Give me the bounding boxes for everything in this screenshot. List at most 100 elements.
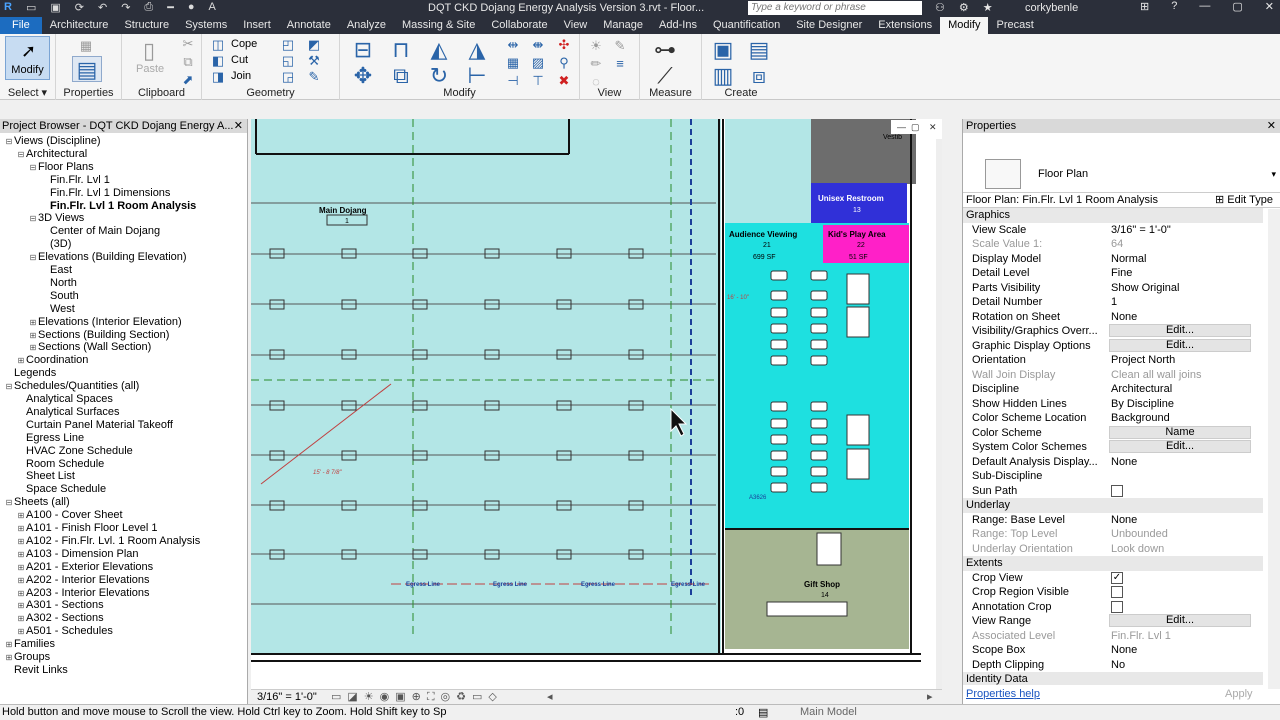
property-value[interactable]: None — [1111, 310, 1137, 324]
tree-toggle-icon[interactable]: ⊞ — [16, 548, 26, 561]
modify-button[interactable]: ➚ Modify — [5, 36, 50, 80]
save-icon[interactable]: ▣ — [50, 1, 60, 14]
browser-item[interactable]: ⊟ Views (Discipline) — [4, 135, 101, 148]
tab-structure[interactable]: Structure — [116, 17, 177, 34]
remove-paint-icon[interactable]: ◲ — [280, 69, 296, 85]
tab-insert[interactable]: Insert — [235, 17, 279, 34]
property-row[interactable]: Crop View ✓ — [963, 571, 1263, 586]
browser-item[interactable]: Room Schedule — [16, 458, 104, 471]
browser-item[interactable]: ⊞ A202 - Interior Elevations — [16, 574, 150, 587]
tree-toggle-icon[interactable]: ⊟ — [4, 135, 14, 148]
browser-item[interactable]: Analytical Spaces — [16, 393, 113, 406]
property-row[interactable]: System Color Schemes Edit... — [963, 440, 1263, 455]
tree-toggle-icon[interactable]: ⊟ — [28, 251, 38, 264]
property-row[interactable]: Scale Value 1: 64 — [963, 237, 1263, 252]
property-row[interactable]: Annotation Crop — [963, 600, 1263, 615]
browser-item[interactable]: Fin.Flr. Lvl 1 Room Analysis — [40, 200, 196, 213]
property-row[interactable]: Associated Level Fin.Flr. Lvl 1 — [963, 629, 1263, 644]
tab-view[interactable]: View — [556, 17, 596, 34]
browser-item[interactable]: ⊞ A101 - Finish Floor Level 1 — [16, 522, 158, 535]
browser-item[interactable]: North — [40, 277, 77, 290]
property-edit-button[interactable]: Edit... — [1109, 614, 1251, 627]
property-row[interactable]: Sub-Discipline — [963, 469, 1263, 484]
browser-item[interactable]: ⊞ Sections (Building Section) — [28, 329, 170, 342]
view-scrollbar[interactable] — [936, 139, 942, 689]
mirror-draw-icon[interactable]: ◮ — [462, 37, 492, 63]
gift-shop-name[interactable]: Gift Shop — [804, 580, 840, 589]
paint-icon[interactable]: ◩ — [306, 37, 322, 53]
mirror-axis-icon[interactable]: ◭ — [424, 37, 454, 63]
project-browser-close-icon[interactable]: ✕ — [234, 119, 243, 133]
minimize-icon[interactable]: — — [1199, 0, 1210, 13]
array-icon[interactable]: ▦ — [505, 55, 521, 71]
subscription-icon[interactable]: ⚙ — [959, 1, 969, 14]
property-row[interactable]: Wall Join Display Clean all wall joins — [963, 368, 1263, 383]
cart-icon[interactable]: ⊞ — [1140, 0, 1149, 13]
property-category[interactable]: Graphics — [963, 208, 1263, 223]
browser-item[interactable]: ⊞ Coordination — [16, 354, 89, 367]
instance-selector[interactable]: Floor Plan: Fin.Flr. Lvl 1 Room Analysis… — [963, 193, 1280, 208]
hide-bulb-icon[interactable]: ☀ — [588, 38, 604, 54]
aligned-dimension-icon[interactable]: ⟋ — [650, 63, 680, 89]
cope-button[interactable]: Cope — [231, 38, 257, 50]
pin-element-icon[interactable]: ⚲ — [556, 55, 572, 71]
properties-scrollbar[interactable] — [1268, 209, 1280, 689]
property-value[interactable]: 1 — [1111, 295, 1117, 309]
tree-toggle-icon[interactable]: ⊞ — [28, 341, 38, 354]
property-row[interactable]: View Range Edit... — [963, 614, 1263, 629]
browser-item[interactable]: ⊟ 3D Views — [28, 212, 85, 225]
floor-plan[interactable]: Main Dojang 1 Unisex Restroom 13 Audienc… — [251, 119, 942, 689]
browser-item[interactable]: Legends — [4, 367, 56, 380]
wall-joins-icon[interactable]: ◱ — [280, 53, 296, 69]
linework-icon[interactable]: ✏ — [588, 56, 604, 72]
property-checkbox[interactable] — [1111, 484, 1123, 497]
property-row[interactable]: Scope Box None — [963, 643, 1263, 658]
copy-clipboard-icon[interactable]: ⧉ — [180, 54, 196, 70]
property-row[interactable]: Discipline Architectural — [963, 382, 1263, 397]
scroll-left-icon[interactable]: ◂ — [547, 690, 553, 703]
demolish-icon[interactable]: ⚒ — [306, 53, 322, 69]
browser-item[interactable]: Fin.Flr. Lvl 1 — [40, 174, 110, 187]
property-row[interactable]: Show Hidden Lines By Discipline — [963, 397, 1263, 412]
tab-file[interactable]: File — [0, 17, 42, 34]
create-parts-icon[interactable]: ▤ — [744, 37, 774, 63]
maximize-icon[interactable]: ▢ — [1232, 0, 1242, 13]
property-row[interactable]: Range: Base Level None — [963, 513, 1263, 528]
property-category[interactable]: Underlay — [963, 498, 1263, 513]
tree-toggle-icon[interactable]: ⊟ — [4, 380, 14, 393]
property-value[interactable]: No — [1111, 658, 1125, 672]
tree-toggle-icon[interactable]: ⊞ — [16, 574, 26, 587]
browser-item[interactable]: ⊞ A203 - Interior Elevations — [16, 587, 150, 600]
property-row[interactable]: Sun Path — [963, 484, 1263, 499]
measure-icon[interactable]: ━ — [167, 1, 174, 14]
property-value[interactable]: Look down — [1111, 542, 1164, 556]
property-row[interactable]: Display Model Normal — [963, 252, 1263, 267]
property-row[interactable]: Crop Region Visible — [963, 585, 1263, 600]
property-value[interactable]: Architectural — [1111, 382, 1172, 396]
create-assembly-icon[interactable]: ▣ — [708, 37, 738, 63]
browser-item[interactable]: West — [40, 303, 75, 316]
tree-toggle-icon[interactable]: ⊟ — [28, 161, 38, 174]
property-edit-button[interactable]: Edit... — [1109, 324, 1251, 337]
property-row[interactable]: Visibility/Graphics Overr... Edit... — [963, 324, 1263, 339]
property-value[interactable]: Clean all wall joins — [1111, 368, 1202, 382]
override-graphics-icon[interactable]: ✎ — [612, 38, 628, 54]
tab-collaborate[interactable]: Collaborate — [483, 17, 555, 34]
property-value[interactable]: Background — [1111, 411, 1170, 425]
property-row[interactable]: Range: Top Level Unbounded — [963, 527, 1263, 542]
browser-item[interactable]: East — [40, 264, 72, 277]
match-properties-icon[interactable]: ⬈ — [180, 72, 196, 88]
property-row[interactable]: Rotation on Sheet None — [963, 310, 1263, 325]
property-value[interactable]: Unbounded — [1111, 527, 1168, 541]
browser-item[interactable]: ⊞ A103 - Dimension Plan — [16, 548, 139, 561]
browser-item[interactable]: Space Schedule — [16, 483, 106, 496]
browser-item[interactable]: Fin.Flr. Lvl 1 Dimensions — [40, 187, 170, 200]
browser-item[interactable]: ⊟ Sheets (all) — [4, 496, 70, 509]
split-face-icon[interactable]: ◰ — [280, 37, 296, 53]
tree-toggle-icon[interactable]: ⊞ — [16, 612, 26, 625]
edit-type-button[interactable]: ⊞ Edit Type — [1215, 193, 1273, 208]
undo-icon[interactable]: ↶ — [98, 1, 107, 14]
text-icon[interactable]: A — [209, 1, 216, 14]
property-row[interactable]: Underlay Orientation Look down — [963, 542, 1263, 557]
paste-icon[interactable]: ▯ — [134, 38, 164, 64]
